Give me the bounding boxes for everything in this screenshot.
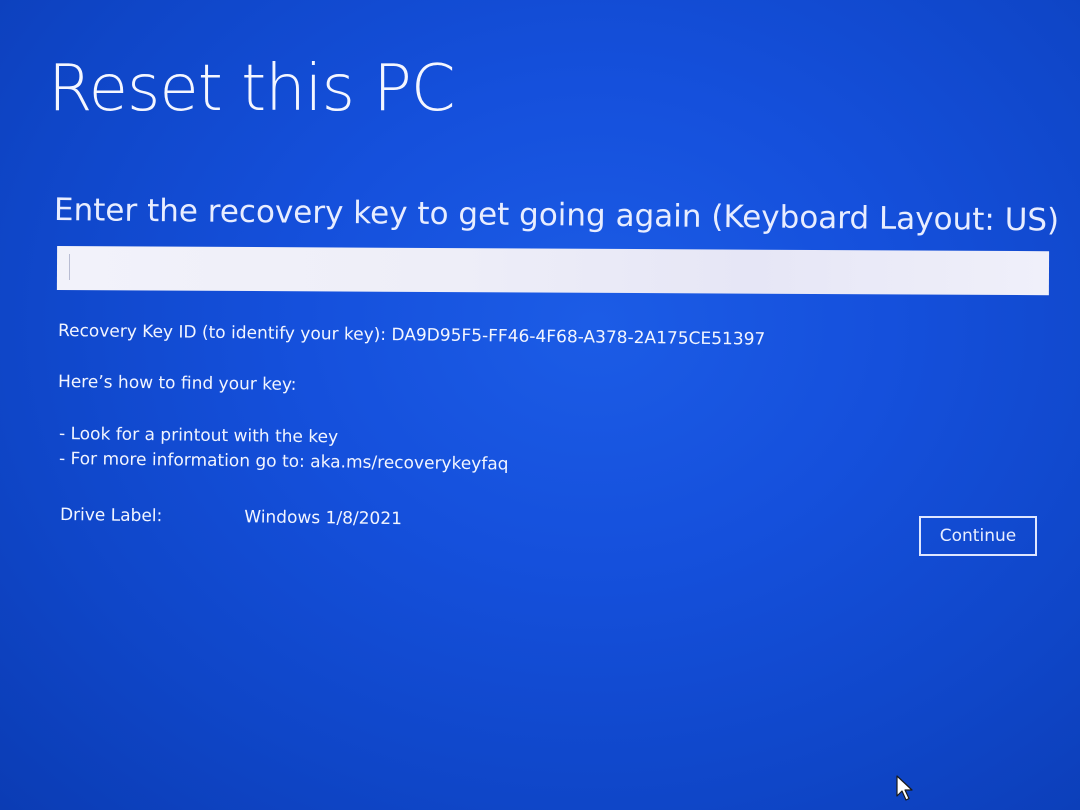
drive-label-line: Drive Label: Windows 1/8/2021 bbox=[60, 505, 402, 529]
help-item-printout: - Look for a printout with the key bbox=[58, 424, 339, 448]
help-item-more-info: - For more information go to: aka.ms/rec… bbox=[58, 449, 509, 475]
mouse-pointer-icon bbox=[896, 775, 913, 801]
drive-label-value: Windows 1/8/2021 bbox=[244, 507, 403, 530]
redacted-area bbox=[162, 521, 244, 522]
recovery-key-input[interactable] bbox=[56, 246, 1050, 296]
recovery-key-id-value: DA9D95F5-FF46-4F68-A378-2A175CE51397 bbox=[391, 325, 766, 350]
text-caret bbox=[69, 254, 70, 280]
drive-label: Drive Label: bbox=[59, 505, 163, 527]
page-title: Reset this PC bbox=[48, 52, 456, 126]
continue-button[interactable]: Continue bbox=[919, 516, 1037, 556]
recovery-prompt: Enter the recovery key to get going agai… bbox=[53, 192, 1060, 239]
help-heading: Here’s how to find your key: bbox=[57, 372, 297, 395]
bitlocker-recovery-screen: Reset this PC Enter the recovery key to … bbox=[0, 0, 1080, 810]
recovery-key-id: Recovery Key ID (to identify your key): … bbox=[58, 321, 766, 350]
recovery-key-id-label: Recovery Key ID (to identify your key): bbox=[57, 321, 387, 346]
